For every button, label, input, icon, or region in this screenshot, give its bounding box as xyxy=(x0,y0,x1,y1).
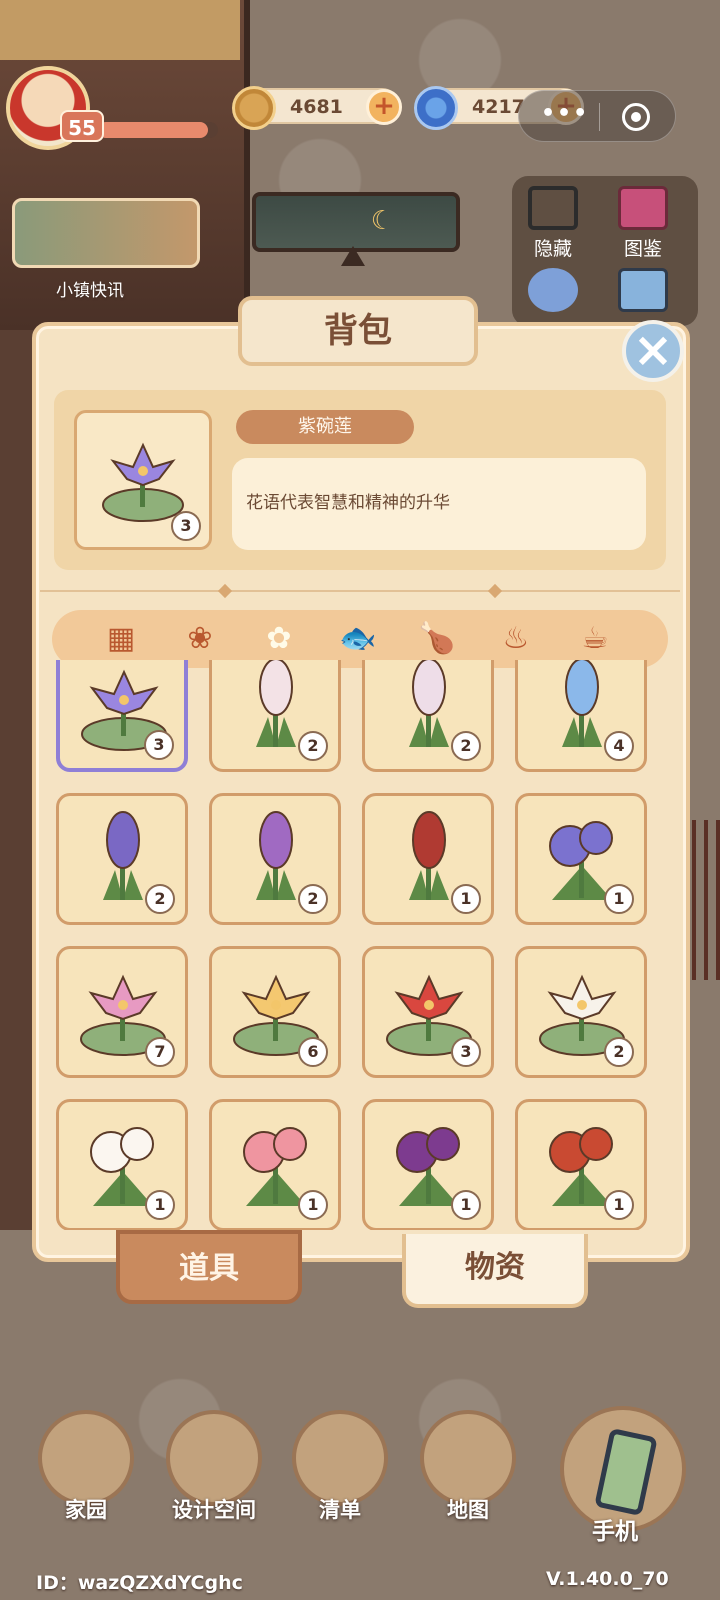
checklist-icon xyxy=(292,1410,388,1506)
item-count: 7 xyxy=(145,1037,175,1067)
house-icon xyxy=(38,1410,134,1506)
right-tool-panel: 隐藏 图鉴 xyxy=(512,176,698,326)
weather-night-panel[interactable]: ☾ xyxy=(252,192,460,252)
camera-button[interactable] xyxy=(608,268,678,316)
inventory-item-red-lotus[interactable]: 3 xyxy=(362,946,494,1078)
item-count: 1 xyxy=(451,1190,481,1220)
nav-map[interactable]: 地图 xyxy=(418,1410,518,1524)
miniprogram-capsule: ••• xyxy=(518,90,676,142)
grid-icon[interactable]: ▦ xyxy=(94,612,148,666)
item-count: 3 xyxy=(144,730,174,760)
nav-phone-label: 手机 xyxy=(592,1519,638,1545)
nav-home[interactable]: 家园 xyxy=(36,1410,136,1524)
coin-amount: 4681 xyxy=(290,96,343,118)
nav-design-label: 设计空间 xyxy=(172,1498,256,1522)
drumstick-icon[interactable]: 🍗 xyxy=(410,612,464,666)
nav-map-label: 地图 xyxy=(447,1498,489,1522)
inventory-item-red-hyacinth[interactable]: 1 xyxy=(362,793,494,925)
inventory-item-pink-lotus[interactable]: 7 xyxy=(56,946,188,1078)
fish-icon[interactable]: 🐟 xyxy=(331,612,385,666)
xp-bar xyxy=(98,122,218,138)
catalog-label: 图鉴 xyxy=(623,238,662,260)
item-count: 2 xyxy=(604,1037,634,1067)
map-pin-icon xyxy=(420,1410,516,1506)
item-count: 1 xyxy=(298,1190,328,1220)
rocket-icon xyxy=(528,268,578,312)
town-news-label: 小镇快讯 xyxy=(56,281,124,301)
add-coins-button[interactable]: + xyxy=(366,89,402,125)
selected-item-thumbnail: 3 xyxy=(74,410,212,550)
hide-button[interactable]: 隐藏 xyxy=(518,186,588,261)
gem-amount: 4217 xyxy=(472,96,525,118)
nav-home-label: 家园 xyxy=(65,1498,107,1522)
item-count: 4 xyxy=(604,731,634,761)
inventory-item-pink-camellia[interactable]: 1 xyxy=(209,1099,341,1230)
sprout-icon[interactable]: ✿ xyxy=(252,612,306,666)
inventory-item-white-lily[interactable]: 1 xyxy=(56,1099,188,1230)
item-count: 6 xyxy=(298,1037,328,1067)
moon-icon: ☾ xyxy=(370,206,394,236)
more-menu-button[interactable]: ••• xyxy=(541,101,589,126)
selected-item-name: 紫碗莲 xyxy=(236,410,414,444)
blueprint-icon xyxy=(166,1410,262,1506)
section-divider xyxy=(40,590,680,592)
inventory-item-blue-hyacinth[interactable]: 4 xyxy=(515,660,647,772)
coin-icon xyxy=(232,86,276,130)
coin-counter: 4681 + xyxy=(232,86,402,130)
item-count: 1 xyxy=(451,884,481,914)
close-icon[interactable]: × xyxy=(622,320,684,382)
tab-tools[interactable]: 道具 xyxy=(116,1230,302,1304)
inventory-item-yellow-lotus[interactable]: 6 xyxy=(209,946,341,1078)
nav-design[interactable]: 设计空间 xyxy=(164,1410,264,1524)
capsule-divider xyxy=(599,103,600,131)
item-count: 1 xyxy=(604,884,634,914)
catalog-button[interactable]: 图鉴 xyxy=(608,186,678,261)
hide-frame-icon xyxy=(528,186,578,230)
camera-icon xyxy=(618,268,668,312)
rocket-button[interactable] xyxy=(518,268,588,316)
seed-bag-icon[interactable]: ❀ xyxy=(173,612,227,666)
nav-list[interactable]: 清单 xyxy=(290,1410,390,1524)
inventory-item-white-hyacinth-2[interactable]: 2 xyxy=(362,660,494,772)
backpack-title: 背包 xyxy=(238,296,478,366)
inventory-item-blue-purple-hyacinth[interactable]: 2 xyxy=(56,793,188,925)
hide-label: 隐藏 xyxy=(533,238,572,260)
close-miniprogram-icon[interactable] xyxy=(622,103,650,131)
bowl-icon[interactable]: ♨ xyxy=(489,612,543,666)
inventory-item-blue-peony[interactable]: 1 xyxy=(515,793,647,925)
catalog-book-icon xyxy=(618,186,668,230)
item-count: 2 xyxy=(451,731,481,761)
inventory-grid: 3 2 2 4 2 2 1 1 7 6 3 2 1 1 1 1 xyxy=(56,660,666,1230)
inventory-item-purple-peony[interactable]: 1 xyxy=(362,1099,494,1230)
house-roof xyxy=(0,0,240,60)
town-news-banner[interactable] xyxy=(12,198,200,268)
selected-item-description: 花语代表智慧和精神的升华 xyxy=(232,458,646,550)
item-count: 1 xyxy=(145,1190,175,1220)
nav-list-label: 清单 xyxy=(319,1498,361,1522)
phone-icon xyxy=(594,1427,658,1517)
tab-materials[interactable]: 物资 xyxy=(402,1234,588,1308)
user-id: ID：wazQZXdYCghc xyxy=(36,1572,243,1594)
gem-icon xyxy=(414,86,458,130)
inventory-item-white-lotus[interactable]: 2 xyxy=(515,946,647,1078)
inventory-item-purple-hyacinth[interactable]: 2 xyxy=(209,793,341,925)
item-count: 3 xyxy=(451,1037,481,1067)
player-level: 55 xyxy=(60,110,104,142)
item-count: 1 xyxy=(604,1190,634,1220)
item-count: 2 xyxy=(298,884,328,914)
item-count: 2 xyxy=(298,731,328,761)
inventory-item-white-hyacinth[interactable]: 2 xyxy=(209,660,341,772)
inventory-item-red-spider-lily[interactable]: 1 xyxy=(515,1099,647,1230)
item-count: 2 xyxy=(145,884,175,914)
weather-toggle-arrow[interactable] xyxy=(341,246,365,266)
tea-cup-icon[interactable]: ☕ xyxy=(568,612,622,666)
inventory-item-purple-lotus[interactable]: 3 xyxy=(56,660,188,772)
selected-item-count: 3 xyxy=(171,511,201,541)
app-version: V.1.40.0_70 xyxy=(546,1568,669,1590)
xp-bar-fill xyxy=(98,122,209,138)
